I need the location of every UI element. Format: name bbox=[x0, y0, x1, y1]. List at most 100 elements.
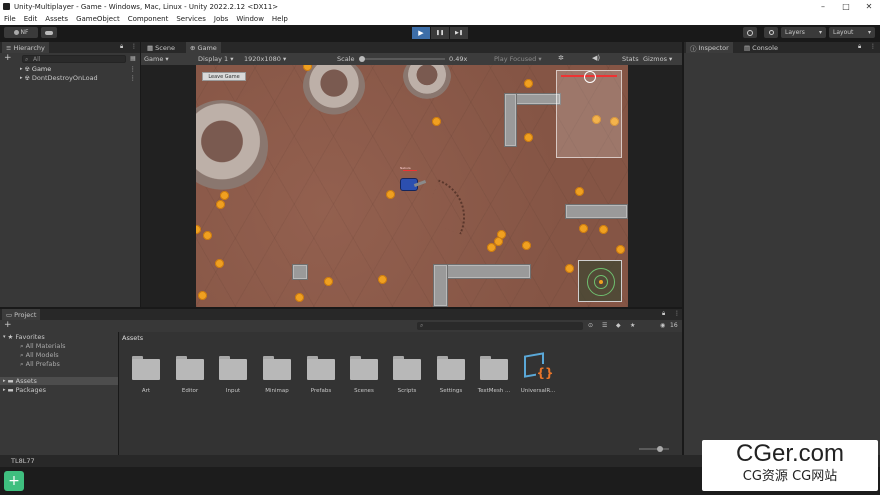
app-launcher-button[interactable]: + bbox=[4, 471, 24, 491]
folder-prefabs[interactable] bbox=[307, 356, 335, 380]
folder-minimap[interactable] bbox=[263, 356, 291, 380]
search-button[interactable] bbox=[764, 27, 778, 38]
layers-dropdown[interactable]: Layers ▾ bbox=[781, 27, 826, 38]
menu-assets[interactable]: Assets bbox=[41, 15, 72, 23]
search-filter-icon[interactable]: ▦ bbox=[130, 55, 136, 62]
kebab-menu-icon[interactable]: ⋮ bbox=[130, 65, 137, 73]
favorite-item-label: All Materials bbox=[25, 342, 66, 350]
display-dropdown[interactable]: Display 1 ▾ bbox=[198, 55, 234, 63]
icon-size-slider-handle[interactable] bbox=[657, 446, 663, 452]
leave-game-button[interactable]: Leave Game bbox=[202, 72, 246, 81]
play-controls: ▶ ❚❚ ▶❚ bbox=[412, 27, 468, 39]
menu-help[interactable]: Help bbox=[268, 15, 292, 23]
maximize-button[interactable]: □ bbox=[835, 0, 857, 13]
hierarchy-tabbar: ≡ Hierarchy 🔒︎ ⋮ bbox=[0, 42, 140, 53]
minimize-button[interactable]: – bbox=[812, 0, 834, 13]
menu-bar: File Edit Assets GameObject Component Se… bbox=[0, 13, 880, 25]
assets-breadcrumb[interactable]: Assets bbox=[122, 334, 143, 342]
cloud-button[interactable] bbox=[41, 27, 57, 38]
kebab-menu-icon[interactable]: ⋮ bbox=[674, 310, 680, 317]
unity-logo-icon bbox=[3, 3, 10, 10]
tab-scene[interactable]: ▦ Scene bbox=[143, 42, 179, 53]
menu-file[interactable]: File bbox=[0, 15, 20, 23]
expand-arrow-icon[interactable]: ▸ bbox=[20, 66, 23, 72]
folder-editor[interactable] bbox=[176, 356, 204, 380]
folder-settings[interactable] bbox=[437, 356, 465, 380]
radar-blip bbox=[599, 280, 603, 284]
add-button[interactable]: + bbox=[4, 53, 12, 63]
project-assets-area: Assets Art Editor Input Minimap Prefabs … bbox=[119, 332, 682, 455]
menu-edit[interactable]: Edit bbox=[20, 15, 42, 23]
script-braces-icon: {} bbox=[536, 364, 554, 382]
hierarchy-item-dontdestroyonload[interactable]: ▸ ☢ DontDestroyOnLoad ⋮ bbox=[20, 74, 138, 82]
expand-arrow-icon[interactable]: ▸ bbox=[3, 387, 6, 393]
tab-hierarchy[interactable]: ≡ Hierarchy bbox=[2, 42, 49, 53]
tab-console[interactable]: ▤ Console bbox=[740, 42, 782, 53]
eye-icon[interactable]: ◉ bbox=[660, 322, 665, 329]
expand-arrow-icon[interactable]: ▸ bbox=[20, 75, 23, 81]
menu-gameobject[interactable]: GameObject bbox=[72, 15, 124, 23]
menu-jobs[interactable]: Jobs bbox=[210, 15, 232, 23]
play-button[interactable]: ▶ bbox=[412, 27, 430, 39]
lock-icon[interactable]: 🔒︎ bbox=[858, 43, 861, 51]
player-tank[interactable]: Nebula bbox=[400, 166, 427, 192]
favorite-item[interactable]: ⌕ All Materials bbox=[20, 342, 66, 351]
scale-slider-handle[interactable] bbox=[359, 56, 365, 62]
undo-history-button[interactable] bbox=[743, 27, 757, 38]
favorite-item[interactable]: ⌕ All Models bbox=[20, 351, 59, 360]
tag-icon[interactable]: ◆ bbox=[616, 322, 621, 329]
kebab-menu-icon[interactable]: ⋮ bbox=[130, 74, 137, 82]
game-view-panel: Nebula Leave Game bbox=[141, 65, 682, 307]
step-button[interactable]: ▶❚ bbox=[450, 27, 468, 39]
folder-scripts[interactable] bbox=[393, 356, 421, 380]
folder-input[interactable] bbox=[219, 356, 247, 380]
kebab-menu-icon[interactable]: ⋮ bbox=[870, 43, 876, 50]
layout-dropdown[interactable]: Layout ▾ bbox=[829, 27, 875, 38]
folder-textmesh[interactable] bbox=[480, 356, 508, 380]
account-button[interactable]: NF bbox=[4, 27, 38, 38]
minimap[interactable] bbox=[578, 260, 622, 302]
folder-scenes[interactable] bbox=[350, 356, 378, 380]
assets-folder-item[interactable]: ▸ ▬ Assets bbox=[0, 377, 118, 385]
coin bbox=[215, 259, 224, 268]
icon-size-slider[interactable] bbox=[639, 446, 669, 452]
tab-project[interactable]: ▭ Project bbox=[2, 309, 41, 320]
pause-button[interactable]: ❚❚ bbox=[431, 27, 449, 39]
game-viewport[interactable]: Nebula Leave Game bbox=[196, 65, 628, 307]
scale-value: 0.49x bbox=[449, 55, 468, 63]
resolution-dropdown[interactable]: 1920x1080 ▾ bbox=[244, 55, 286, 63]
search-by-label-icon[interactable]: ☰ bbox=[602, 322, 607, 329]
gizmos-dropdown[interactable]: Gizmos ▾ bbox=[643, 55, 672, 63]
chevron-down-icon: ▾ bbox=[867, 29, 871, 36]
stats-button[interactable]: Stats bbox=[622, 55, 639, 63]
universal-render-asset[interactable]: {} bbox=[522, 352, 556, 384]
project-search-input[interactable]: ⌕ bbox=[417, 322, 583, 330]
search-by-type-icon[interactable]: ⊙ bbox=[588, 322, 593, 329]
expand-arrow-icon[interactable]: ▾ bbox=[3, 334, 6, 340]
hierarchy-item-game[interactable]: ▸ ☢ Game ⋮ bbox=[20, 65, 138, 73]
speaker-icon[interactable]: ◀) bbox=[592, 54, 600, 62]
menu-services[interactable]: Services bbox=[172, 15, 210, 23]
lock-icon[interactable]: 🔒︎ bbox=[662, 310, 665, 318]
favorites-section[interactable]: ▾ ★ Favorites bbox=[3, 333, 45, 341]
menu-component[interactable]: Component bbox=[124, 15, 173, 23]
tab-game[interactable]: ⊕ Game bbox=[186, 42, 221, 53]
packages-folder-item[interactable]: ▸ ▬ Packages bbox=[3, 386, 46, 394]
favorite-item[interactable]: ⌕ All Prefabs bbox=[20, 360, 60, 369]
tab-inspector[interactable]: ⓘ Inspector bbox=[686, 42, 733, 53]
close-button[interactable]: ✕ bbox=[858, 0, 880, 13]
wall-segment bbox=[433, 264, 448, 307]
game-mode-dropdown[interactable]: Game ▾ bbox=[144, 55, 169, 63]
scale-slider[interactable] bbox=[359, 56, 445, 62]
hierarchy-search[interactable]: ⌕ All bbox=[22, 55, 126, 63]
kebab-menu-icon[interactable]: ⋮ bbox=[131, 43, 137, 50]
menu-window[interactable]: Window bbox=[232, 15, 268, 23]
add-button[interactable]: + bbox=[4, 320, 12, 330]
expand-arrow-icon[interactable]: ▸ bbox=[3, 378, 6, 384]
star-icon[interactable]: ★ bbox=[630, 322, 635, 329]
play-focused-dropdown[interactable]: Play Focused ▾ bbox=[494, 55, 542, 63]
lock-icon[interactable]: 🔒︎ bbox=[120, 43, 123, 51]
bug-icon[interactable]: ✲ bbox=[558, 54, 564, 62]
folder-art[interactable] bbox=[132, 356, 160, 380]
history-icon bbox=[747, 29, 753, 36]
